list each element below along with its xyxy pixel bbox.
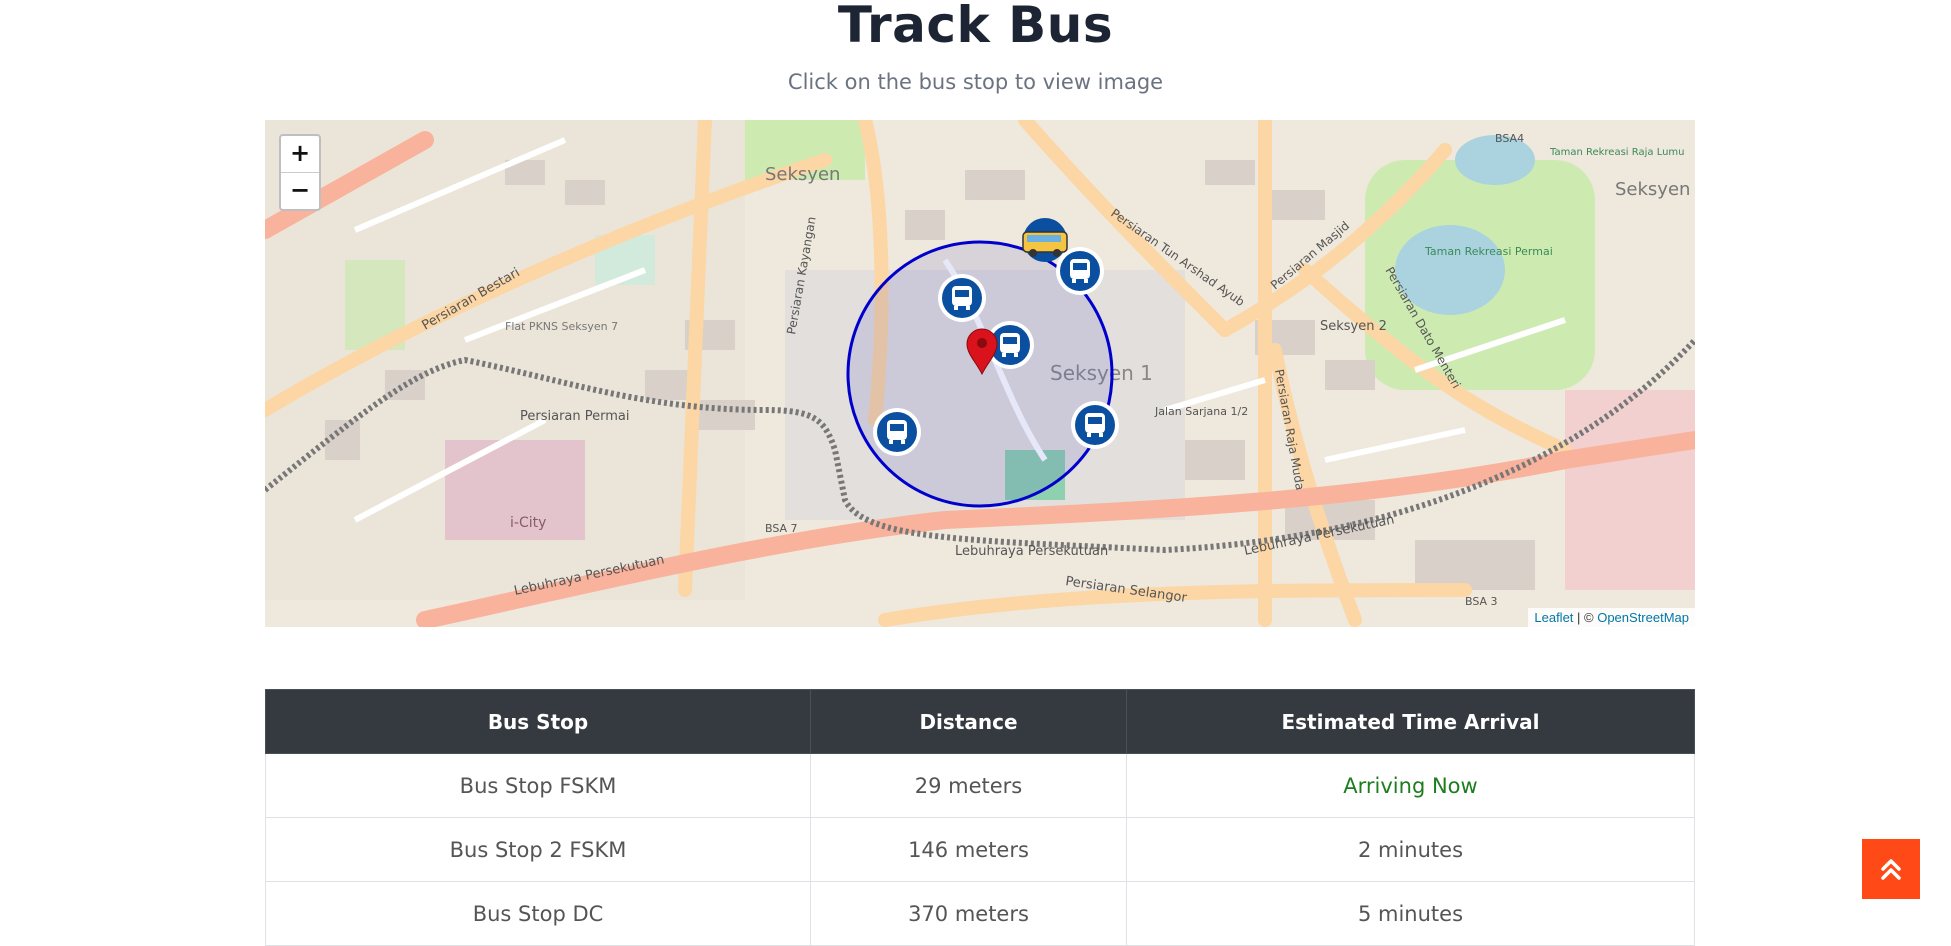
- label-lebuhraya-persekutuan-2: Lebuhraya Persekutuan: [955, 544, 1108, 559]
- zoom-out-button[interactable]: −: [281, 172, 319, 209]
- table-row: Bus Stop 2 FSKM 146 meters 2 minutes: [265, 817, 1695, 882]
- attribution-separator: | ©: [1573, 610, 1598, 625]
- bus-stop-marker[interactable]: [1071, 401, 1119, 449]
- zoom-in-button[interactable]: +: [281, 136, 319, 172]
- bus-stop-marker[interactable]: [873, 408, 921, 456]
- label-seksyen-2: Seksyen 2: [1320, 319, 1387, 334]
- label-seksyen-14: Seksyen 14: [1615, 179, 1695, 200]
- map-tiles[interactable]: Seksyen 1 Seksyen 2 Seksyen 14 Seksyen i…: [265, 120, 1695, 627]
- bus-stop-marker[interactable]: [938, 274, 986, 322]
- bus-stop-table: Bus Stop Distance Estimated Time Arrival…: [265, 689, 1695, 946]
- label-flat-pkns: Flat PKNS Seksyen 7: [505, 320, 618, 333]
- map-attribution: Leaflet | © OpenStreetMap: [1528, 608, 1695, 627]
- column-header-distance: Distance: [810, 689, 1127, 754]
- label-bsa4: BSA4: [1495, 132, 1524, 145]
- table-header-row: Bus Stop Distance Estimated Time Arrival: [265, 689, 1695, 754]
- map-container[interactable]: Seksyen 1 Seksyen 2 Seksyen 14 Seksyen i…: [265, 120, 1695, 627]
- zoom-control: + −: [279, 134, 321, 211]
- bus-stop-distance: 146 meters: [810, 817, 1127, 882]
- column-header-bus-stop: Bus Stop: [265, 689, 811, 754]
- scroll-to-top-button[interactable]: [1862, 839, 1920, 899]
- bus-stop-eta: Arriving Now: [1126, 753, 1695, 818]
- table-row: Bus Stop FSKM 29 meters Arriving Now: [265, 753, 1695, 818]
- label-taman-rekreasi-permai: Taman Rekreasi Permai: [1424, 245, 1553, 258]
- label-i-city: i-City: [510, 515, 546, 531]
- leaflet-link[interactable]: Leaflet: [1534, 610, 1573, 625]
- label-persiaran-raja-muda: Persiaran Raja Muda: [1272, 368, 1307, 491]
- bus-vehicle-marker[interactable]: [1022, 218, 1068, 262]
- bus-stop-eta: 2 minutes: [1126, 817, 1695, 882]
- label-taman-rekreasi-raja-lumu: Taman Rekreasi Raja Lumu: [1549, 147, 1685, 158]
- double-chevron-up-icon: [1881, 859, 1901, 880]
- label-bsa7: BSA 7: [765, 522, 798, 535]
- bus-stop-name: Bus Stop FSKM: [265, 753, 811, 818]
- label-jalan-sarjana: Jalan Sarjana 1/2: [1154, 405, 1248, 418]
- label-persiaran-permai: Persiaran Permai: [520, 409, 629, 424]
- page-subtitle: Click on the bus stop to view image: [787, 70, 1164, 94]
- bus-stop-marker[interactable]: [1056, 247, 1104, 295]
- openstreetmap-link[interactable]: OpenStreetMap: [1597, 610, 1689, 625]
- bus-stop-name: Bus Stop 2 FSKM: [265, 817, 811, 882]
- page-title: Track Bus: [837, 0, 1114, 54]
- commercial-area: [1565, 390, 1695, 590]
- column-header-eta: Estimated Time Arrival: [1126, 689, 1695, 754]
- label-seksyen: Seksyen: [765, 164, 840, 185]
- bus-stop-distance: 29 meters: [810, 753, 1127, 818]
- label-bsa3: BSA 3: [1465, 595, 1498, 608]
